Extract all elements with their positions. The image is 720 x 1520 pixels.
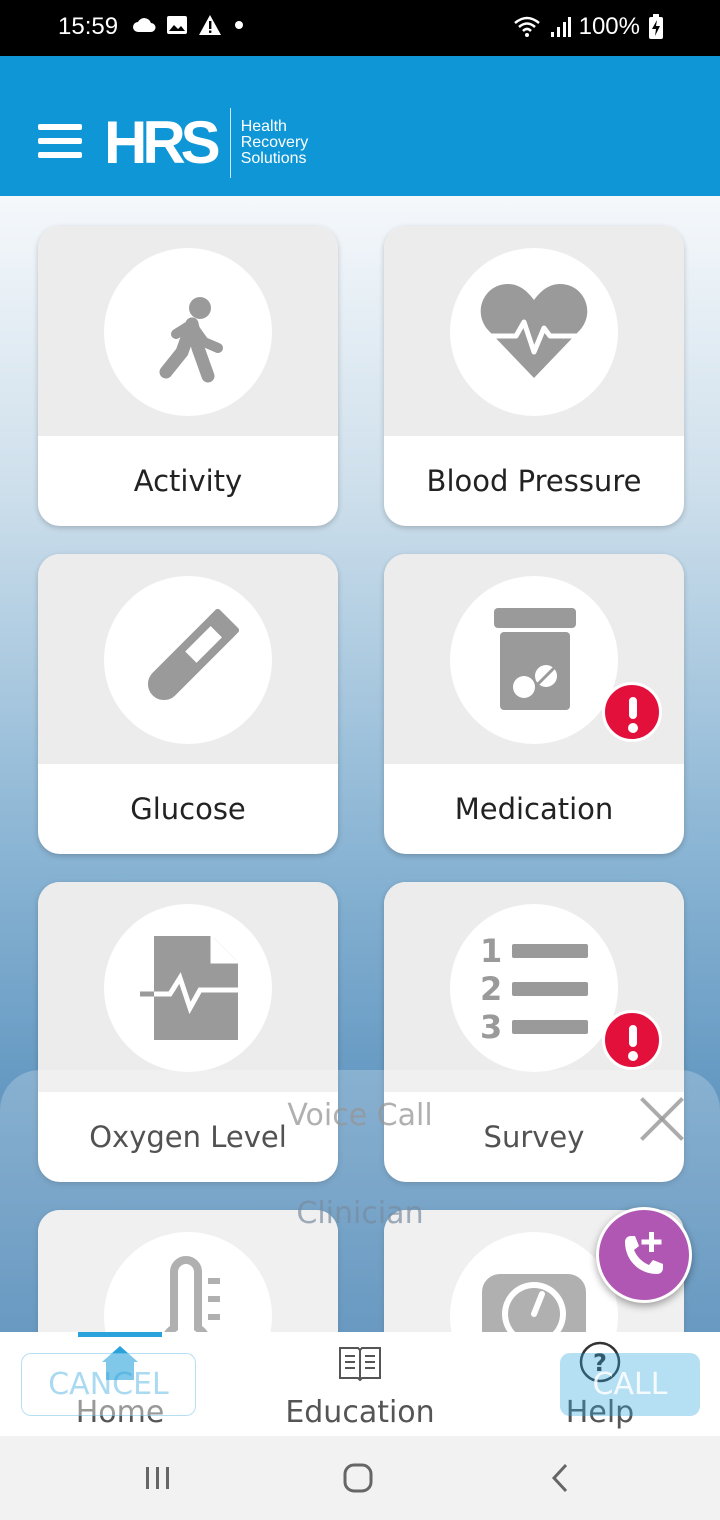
status-bar: 15:59 100% xyxy=(0,0,720,56)
book-icon xyxy=(339,1347,381,1382)
back-icon[interactable] xyxy=(532,1456,592,1500)
alert-badge-icon xyxy=(602,682,662,742)
tile-activity[interactable]: Activity xyxy=(38,226,338,526)
signal-icon xyxy=(550,17,571,37)
voice-call-title: Voice Call xyxy=(287,1098,433,1133)
call-clinician-button[interactable] xyxy=(596,1207,692,1303)
hrs-logo: HRS Health Recovery Solutions xyxy=(104,108,308,178)
cloud-icon xyxy=(133,18,156,32)
numbered-list-icon: 1 2 3 xyxy=(480,932,588,1046)
recent-apps-icon[interactable] xyxy=(128,1456,188,1500)
close-icon[interactable] xyxy=(638,1094,686,1142)
tile-blood-pressure[interactable]: Blood Pressure xyxy=(384,226,684,526)
svg-text:3: 3 xyxy=(480,1008,502,1046)
battery-charging-icon xyxy=(649,14,663,39)
tile-glucose[interactable]: Glucose xyxy=(38,554,338,854)
tile-label: Activity xyxy=(133,464,243,498)
nav-label: Education xyxy=(285,1395,435,1430)
logo-text: HRS xyxy=(104,109,221,176)
cancel-button[interactable]: CANCEL xyxy=(21,1353,196,1416)
tile-label: Blood Pressure xyxy=(426,464,642,498)
test-tube-icon xyxy=(148,608,240,700)
alert-badge-icon xyxy=(602,1010,662,1070)
tile-label: Glucose xyxy=(130,792,246,826)
svg-text:2: 2 xyxy=(480,970,502,1008)
active-tab-indicator xyxy=(78,1332,162,1337)
logo-tagline: Health Recovery Solutions xyxy=(240,118,309,167)
menu-icon[interactable] xyxy=(38,124,82,158)
phone-plus-icon xyxy=(625,1232,663,1274)
status-time: 15:59 xyxy=(58,13,119,40)
tile-label: Medication xyxy=(454,792,614,826)
file-pulse-icon xyxy=(140,936,238,1040)
app-header: HRS Health Recovery Solutions xyxy=(0,56,720,196)
wifi-icon xyxy=(513,16,540,37)
walking-person-icon xyxy=(159,297,223,383)
battery-percent: 100% xyxy=(578,13,640,40)
warning-icon xyxy=(199,15,221,35)
svg-text:1: 1 xyxy=(480,932,502,970)
tile-medication[interactable]: Medication xyxy=(384,554,684,854)
pill-bottle-icon xyxy=(494,608,576,710)
system-nav-bar xyxy=(0,1436,720,1520)
dot-icon xyxy=(235,21,243,29)
image-icon xyxy=(167,16,187,34)
nav-education[interactable]: Education xyxy=(240,1332,480,1436)
call-button[interactable]: CALL xyxy=(560,1353,700,1416)
heart-pulse-icon xyxy=(480,284,588,378)
home-button-icon[interactable] xyxy=(328,1456,388,1500)
